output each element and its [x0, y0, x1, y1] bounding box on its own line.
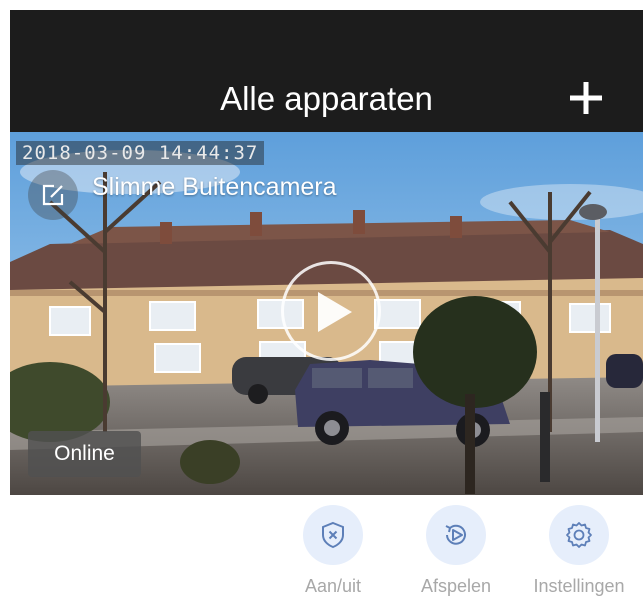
camera-preview[interactable]: 2018-03-09 14:44:37 Slimme Buitencamera …	[10, 132, 643, 495]
gear-icon	[566, 522, 592, 548]
plus-icon	[570, 82, 602, 114]
app-header: Alle apparaten	[10, 10, 643, 132]
edit-icon	[42, 184, 64, 206]
page-title: Alle apparaten	[220, 80, 433, 117]
add-device-button[interactable]	[562, 74, 610, 122]
edit-name-button[interactable]	[28, 170, 78, 220]
shield-x-icon	[322, 521, 344, 549]
camera-name: Slimme Buitencamera	[92, 173, 337, 201]
play-button[interactable]	[281, 261, 381, 361]
action-circle	[426, 505, 486, 565]
action-label: Aan/uit	[304, 576, 362, 596]
page: Alle apparaten 2018-03-09 14:44:37 Slimm…	[0, 0, 643, 597]
action-circle	[303, 505, 363, 565]
action-label: Afspelen	[420, 576, 492, 596]
play-icon	[318, 292, 352, 332]
timestamp-overlay: 2018-03-09 14:44:37	[16, 141, 265, 165]
replay-icon	[445, 524, 466, 545]
status-badge: Online	[28, 431, 141, 477]
action-label: Instellingen	[533, 576, 625, 596]
action-circle	[549, 505, 609, 565]
